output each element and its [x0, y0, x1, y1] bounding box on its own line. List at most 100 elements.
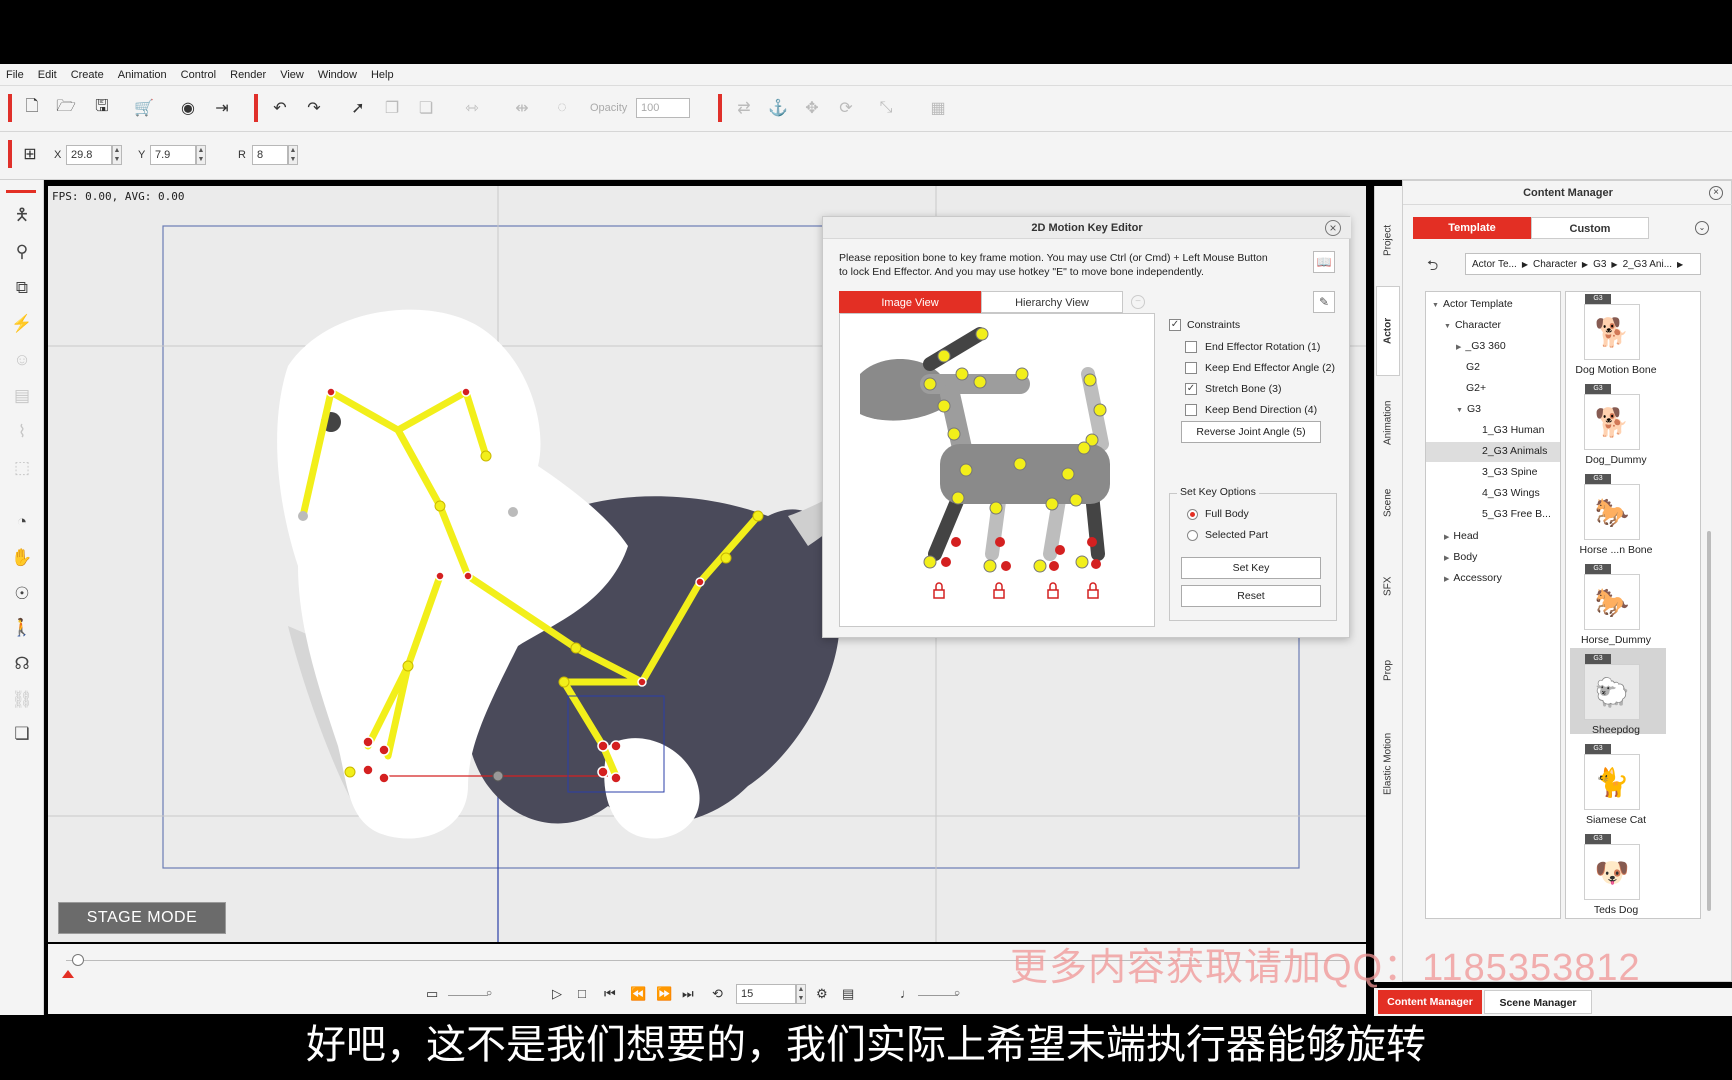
tree-item[interactable]: ▼ Actor Template: [1432, 298, 1513, 310]
menu-view[interactable]: View: [280, 69, 304, 81]
minus-circle-icon[interactable]: −: [1131, 295, 1145, 309]
tree-item[interactable]: ▼ G3: [1456, 403, 1481, 415]
first-frame-icon[interactable]: ⏮: [604, 986, 616, 1002]
breadcrumb-item[interactable]: Character: [1533, 259, 1577, 270]
menu-control[interactable]: Control: [181, 69, 216, 81]
settings-gear-icon[interactable]: ⚙: [816, 986, 828, 1002]
tab-template[interactable]: Template: [1413, 217, 1531, 239]
tab-scene-manager[interactable]: Scene Manager: [1484, 990, 1592, 1014]
export-icon[interactable]: ⇥: [210, 96, 234, 120]
cart-icon[interactable]: 🛒: [132, 96, 156, 120]
menu-help[interactable]: Help: [371, 69, 394, 81]
distribute-icon[interactable]: ⇹: [510, 96, 534, 120]
tree-expand-down-icon[interactable]: ▼: [1456, 407, 1463, 414]
bone-image-view[interactable]: [839, 313, 1155, 627]
timeline-panel-icon[interactable]: ▤: [842, 986, 854, 1002]
y-spinner[interactable]: ▲ ▼: [196, 145, 206, 165]
chevron-down-icon[interactable]: ⌄: [1695, 221, 1709, 235]
head-icon[interactable]: ◔: [10, 510, 34, 534]
opacity-input[interactable]: 100: [636, 98, 690, 118]
tab-sfx[interactable]: SFX: [1376, 546, 1400, 626]
puppet-icon[interactable]: ☉: [10, 582, 34, 606]
tab-content-manager[interactable]: Content Manager: [1378, 990, 1482, 1014]
rotate-icon[interactable]: ⟳: [834, 96, 858, 120]
frame-spinner[interactable]: ▲ ▼: [796, 984, 806, 1004]
new-file-icon[interactable]: 🗋: [20, 96, 44, 120]
x-input[interactable]: 29.8: [66, 145, 112, 165]
copy-icon[interactable]: ❐: [380, 96, 404, 120]
menu-create[interactable]: Create: [71, 69, 104, 81]
layer-icon[interactable]: ▤: [10, 384, 34, 408]
scale-icon[interactable]: ⤡: [874, 96, 898, 120]
keep-bend-direction-checkbox[interactable]: [1185, 404, 1197, 416]
hand-icon[interactable]: ✋: [10, 546, 34, 570]
visibility-icon[interactable]: ◌: [550, 96, 574, 120]
horse-motion-bone-thumbnail[interactable]: 🐎: [1584, 484, 1640, 540]
tree-collapsed-icon[interactable]: ▶: [1444, 534, 1449, 541]
tab-actor[interactable]: Actor: [1376, 286, 1400, 376]
music-note-icon[interactable]: ♩: [900, 986, 913, 1001]
reverse-joint-angle-button[interactable]: Reverse Joint Angle (5): [1181, 421, 1321, 443]
sprite-icon[interactable]: ⧉: [10, 276, 34, 300]
breadcrumb-item[interactable]: G3: [1593, 259, 1606, 270]
end-effector-rotation-checkbox[interactable]: [1185, 341, 1197, 353]
menu-edit[interactable]: Edit: [38, 69, 57, 81]
tree-item[interactable]: ▶ Body: [1444, 551, 1477, 563]
tree-item[interactable]: 1_G3 Human: [1482, 424, 1544, 436]
dog-dummy-thumbnail[interactable]: 🐕: [1584, 394, 1640, 450]
duplicate-icon[interactable]: ❏: [414, 96, 438, 120]
anchor-icon[interactable]: ⚓: [766, 96, 790, 120]
teds-dog-thumbnail[interactable]: 🐶: [1584, 844, 1640, 900]
pencil-icon[interactable]: ✎: [1313, 291, 1335, 313]
tab-animation[interactable]: Animation: [1376, 380, 1400, 466]
dog-motion-bone-thumbnail[interactable]: 🐕: [1584, 304, 1640, 360]
tab-project[interactable]: Project: [1376, 200, 1400, 280]
walk-icon[interactable]: 🚶: [10, 616, 34, 640]
select-arrow-icon[interactable]: ➚: [346, 96, 370, 120]
stop-icon[interactable]: □: [578, 986, 586, 1001]
tab-prop[interactable]: Prop: [1376, 630, 1400, 710]
tab-elastic-motion[interactable]: Elastic Motion: [1376, 714, 1400, 814]
scrollbar[interactable]: [1707, 531, 1711, 911]
horse-dummy-thumbnail[interactable]: 🐎: [1584, 574, 1640, 630]
next-frame-icon[interactable]: ⏩: [656, 986, 672, 1002]
tree-item[interactable]: ▶ Accessory: [1444, 572, 1502, 584]
loop-icon[interactable]: ⟲: [712, 986, 723, 1002]
grid-icon[interactable]: ⊞: [18, 142, 42, 166]
path-icon[interactable]: ⌇: [10, 420, 34, 444]
tab-image-view[interactable]: Image View: [839, 291, 981, 313]
tree-item[interactable]: ▶ _G3 360: [1456, 340, 1506, 352]
tree-item[interactable]: G2: [1466, 361, 1480, 373]
close-icon[interactable]: ×: [1709, 186, 1723, 200]
tree-collapsed-icon[interactable]: ▶: [1444, 576, 1449, 583]
tree-expand-down-icon[interactable]: ▼: [1444, 323, 1451, 330]
constraints-checkbox[interactable]: ✓: [1169, 319, 1181, 331]
open-folder-icon[interactable]: 🗁: [54, 96, 78, 120]
zoom-out-icon[interactable]: ▭: [426, 986, 438, 1002]
tree-item[interactable]: ▶ Head: [1444, 530, 1479, 542]
menu-window[interactable]: Window: [318, 69, 357, 81]
motion-key-icon[interactable]: ⚡: [10, 312, 34, 336]
reset-button[interactable]: Reset: [1181, 585, 1321, 607]
stack-icon[interactable]: ❏: [10, 722, 34, 746]
r-spinner[interactable]: ▲ ▼: [288, 145, 298, 165]
tree-collapsed-icon[interactable]: ▶: [1444, 555, 1449, 562]
close-icon[interactable]: ×: [1325, 220, 1341, 236]
full-body-radio[interactable]: [1187, 509, 1198, 520]
flip-icon[interactable]: ⇄: [732, 96, 756, 120]
volume-slider-handle[interactable]: ○: [954, 988, 960, 999]
set-key-button[interactable]: Set Key: [1181, 557, 1321, 579]
menu-render[interactable]: Render: [230, 69, 266, 81]
stretch-bone-checkbox[interactable]: ✓: [1185, 383, 1197, 395]
tree-item[interactable]: 4_G3 Wings: [1482, 487, 1540, 499]
tab-scene[interactable]: Scene: [1376, 470, 1400, 536]
face-icon[interactable]: ☺: [10, 348, 34, 372]
selected-part-radio[interactable]: [1187, 530, 1198, 541]
deform-icon[interactable]: ⬚: [10, 456, 34, 480]
tree-item[interactable]: ▼ Character: [1444, 319, 1501, 331]
actor-icon[interactable]: 🯅: [10, 204, 34, 228]
breadcrumb-item[interactable]: 2_G3 Ani...: [1623, 259, 1672, 270]
tab-hierarchy-view[interactable]: Hierarchy View: [981, 291, 1123, 313]
talk-icon[interactable]: ☊: [10, 652, 34, 676]
sheepdog-thumbnail[interactable]: 🐑: [1584, 664, 1640, 720]
